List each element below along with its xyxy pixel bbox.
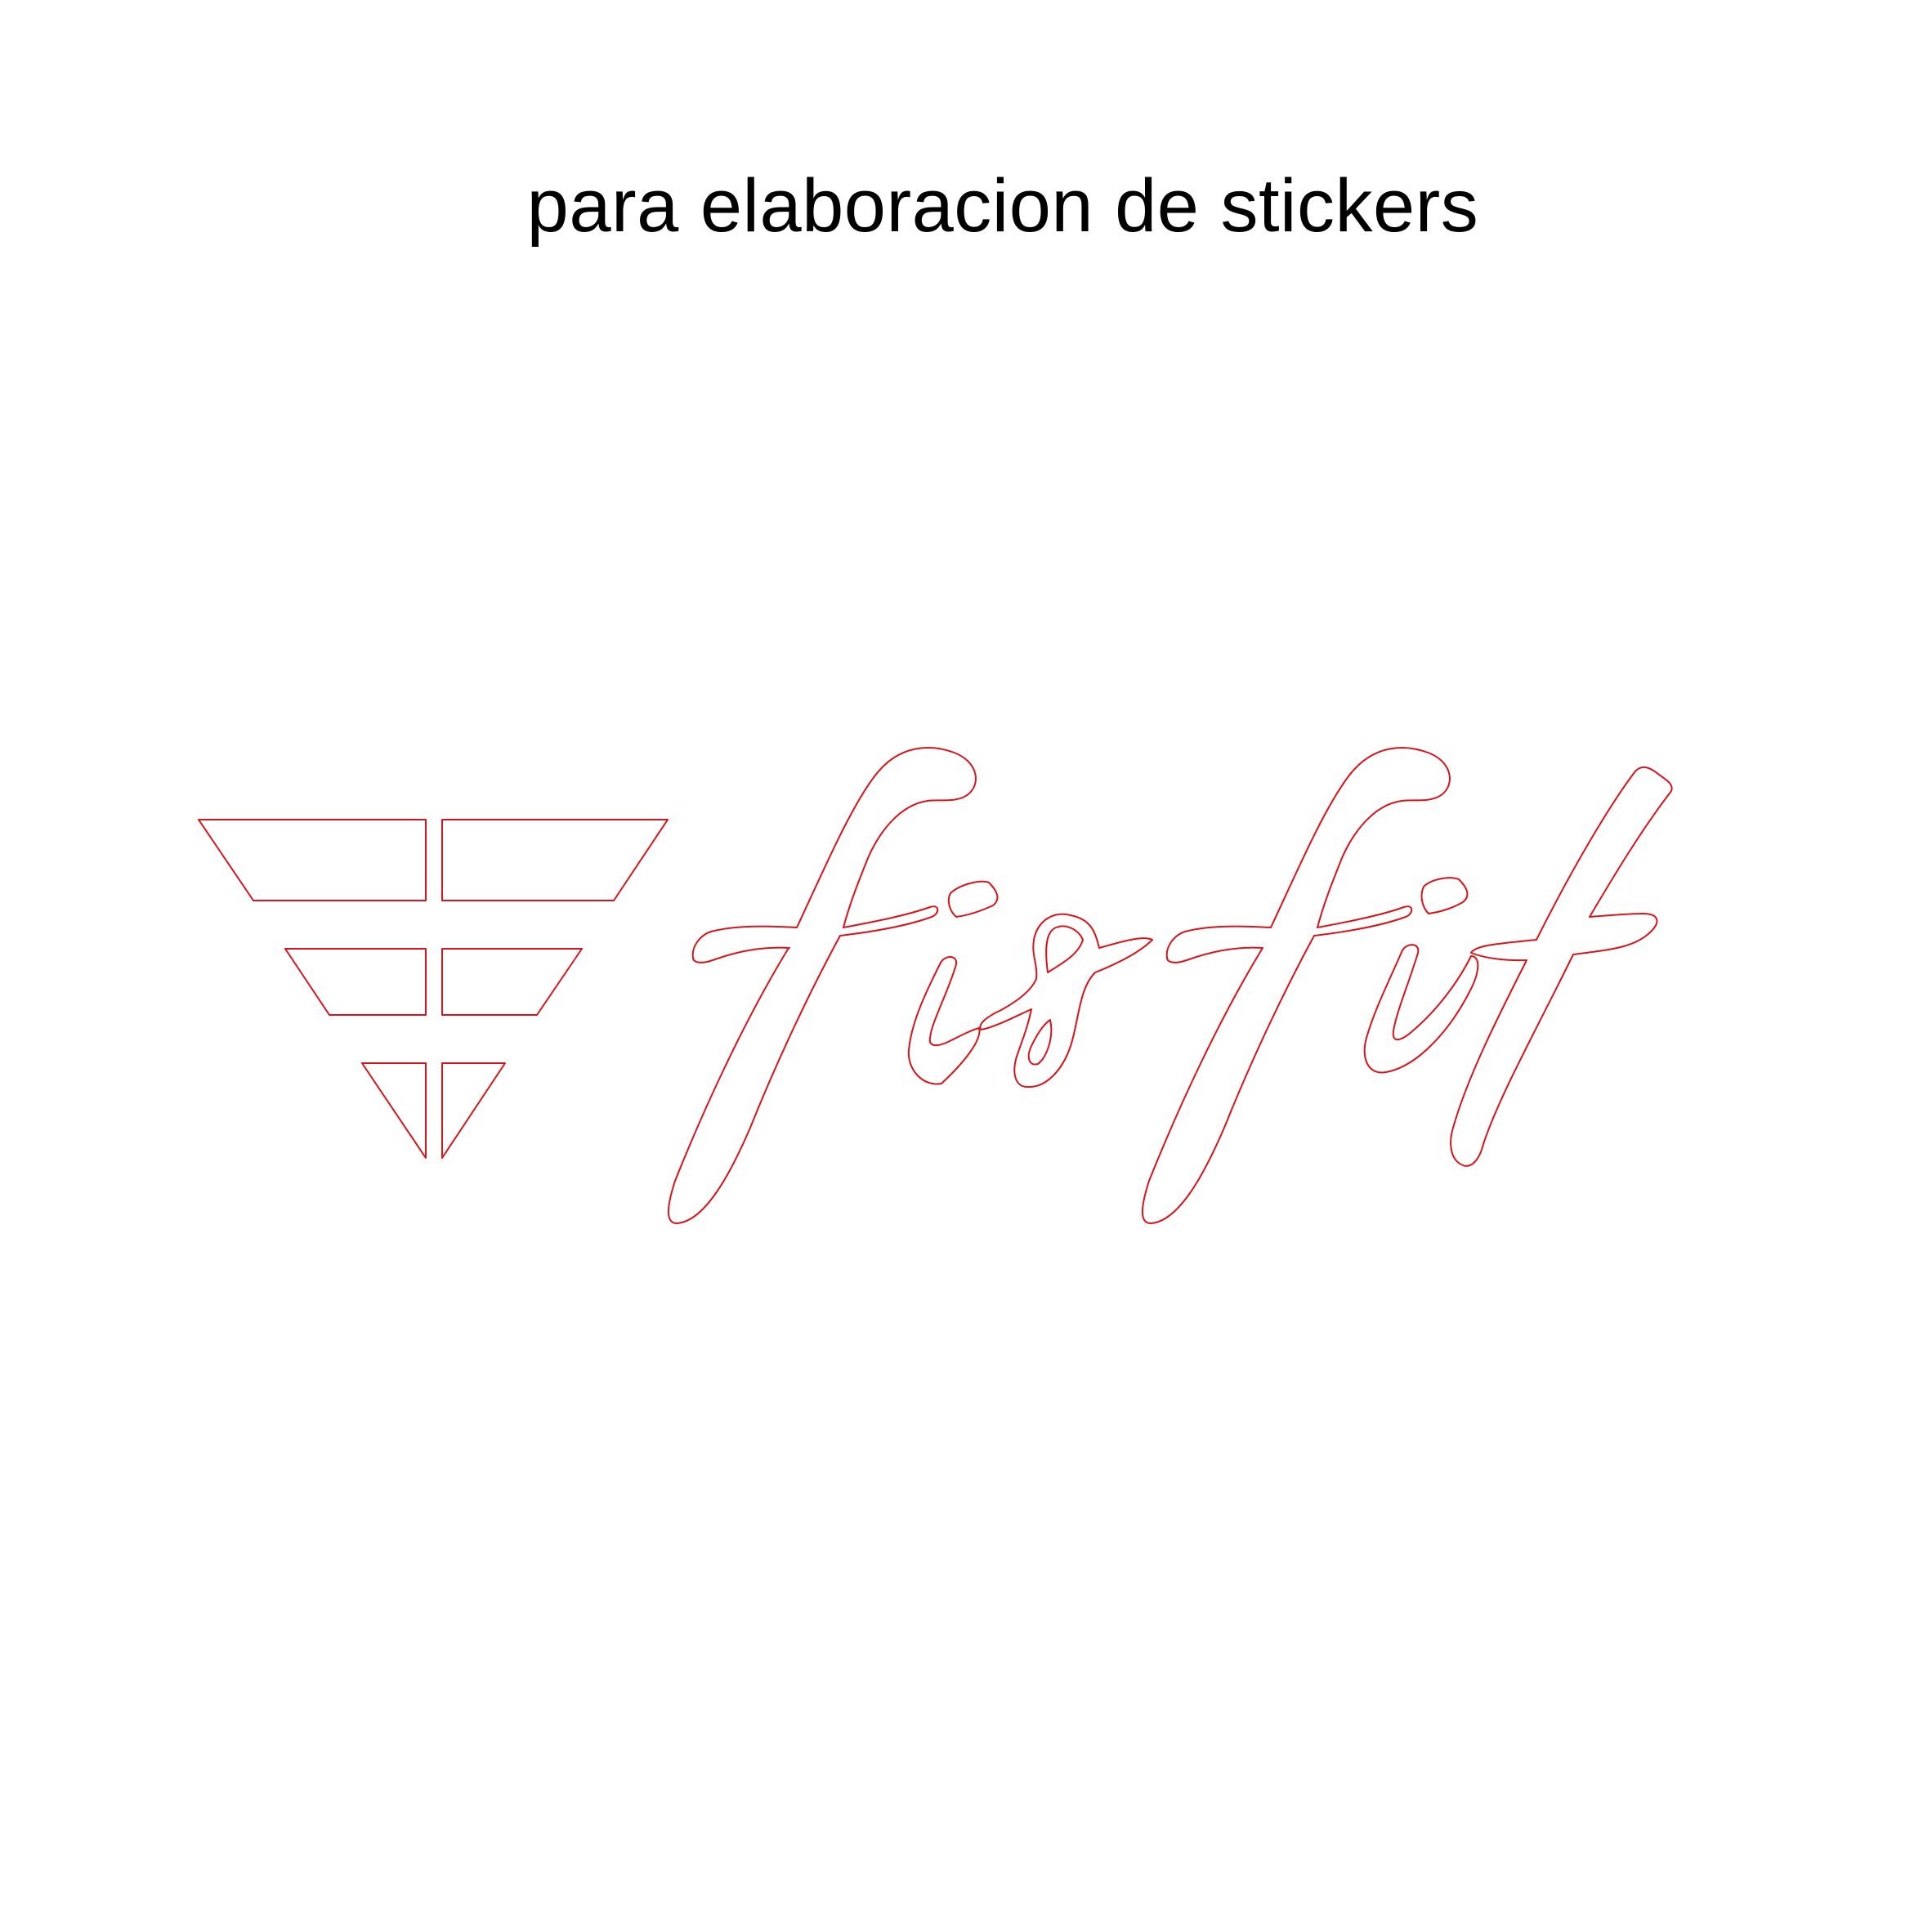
letter-t [1450, 766, 1673, 1167]
letter-i-2 [1363, 944, 1479, 1074]
mark-bar-bottom-left [361, 1062, 427, 1159]
letter-s-1 [979, 913, 1153, 1088]
mark-bar-top-left [198, 819, 427, 901]
letter-i-1-dot [947, 880, 999, 918]
wordmark-fisfit [667, 747, 1673, 1224]
mark-bar-bottom-right [441, 1062, 506, 1159]
sticker-artwork: (function(){ var d = JSON.parse(document… [198, 747, 1673, 1224]
letter-f-2 [1141, 747, 1451, 1224]
letter-i-1 [907, 956, 981, 1085]
mark-bar-mid-right [441, 948, 583, 1016]
logo-mark-icon [198, 819, 669, 1159]
mark-bar-top-right [441, 819, 669, 901]
letter-i-2-dot [1420, 877, 1469, 914]
mark-bar-mid-left [284, 948, 427, 1016]
